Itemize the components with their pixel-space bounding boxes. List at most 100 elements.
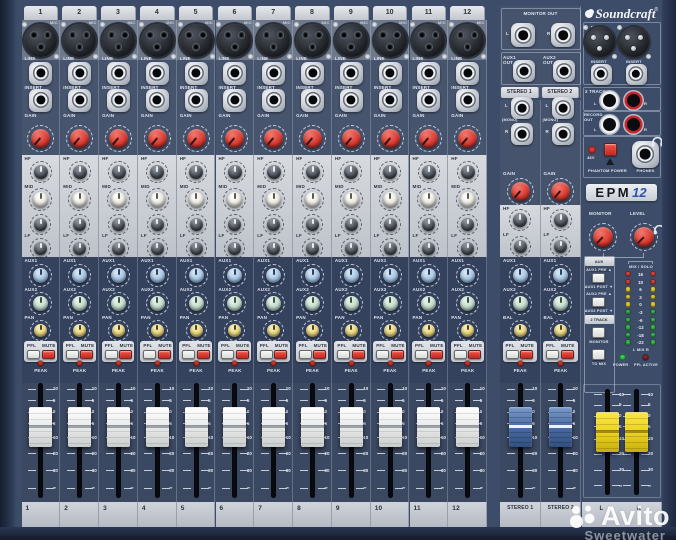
ch6-fader-cap[interactable]	[223, 407, 246, 447]
ch10-mute-button[interactable]	[391, 350, 404, 359]
stereo1-bal-knob[interactable]	[510, 320, 531, 341]
ch6-mid-knob[interactable]	[223, 188, 246, 211]
ch11-hf-knob[interactable]	[418, 161, 440, 183]
ch4-fader-cap[interactable]	[146, 407, 169, 447]
ch4-aux1-knob[interactable]	[146, 264, 169, 287]
ch5-pfl-button[interactable]	[182, 350, 195, 359]
stereo1-pfl-button[interactable]	[506, 350, 519, 359]
ch8-pan-knob[interactable]	[302, 320, 323, 341]
ch11-lf-knob[interactable]	[418, 238, 439, 259]
ch8-mute-button[interactable]	[313, 350, 326, 359]
ch2-mid-freq-knob[interactable]	[69, 214, 90, 235]
ch5-mute-button[interactable]	[197, 350, 210, 359]
ch4-gain-knob[interactable]	[144, 125, 171, 152]
ch6-gain-knob[interactable]	[221, 125, 248, 152]
ch3-mute-button[interactable]	[119, 350, 132, 359]
ch6-pan-knob[interactable]	[224, 320, 245, 341]
ch1-fader-cap[interactable]	[29, 407, 52, 447]
ch7-mute-button[interactable]	[274, 350, 287, 359]
ch8-fader-cap[interactable]	[301, 407, 324, 447]
ch6-mute-button[interactable]	[236, 350, 249, 359]
stereo1-aux1-knob[interactable]	[509, 264, 532, 287]
ch3-lf-knob[interactable]	[108, 238, 129, 259]
ch12-mid-knob[interactable]	[456, 188, 479, 211]
ch1-gain-knob[interactable]	[27, 125, 54, 152]
ch8-aux2-knob[interactable]	[301, 292, 324, 315]
ch1-hf-knob[interactable]	[30, 161, 52, 183]
ch11-aux2-knob[interactable]	[417, 292, 440, 315]
to-mix-button[interactable]	[592, 349, 605, 360]
ch3-pan-knob[interactable]	[108, 320, 129, 341]
stereo2-aux1-knob[interactable]	[549, 264, 572, 287]
ch3-gain-knob[interactable]	[105, 125, 132, 152]
ch3-pfl-button[interactable]	[105, 350, 118, 359]
ch9-mute-button[interactable]	[352, 350, 365, 359]
stereo2-gain-knob[interactable]	[547, 178, 574, 205]
ch11-pan-knob[interactable]	[418, 320, 439, 341]
ch12-aux1-knob[interactable]	[456, 264, 479, 287]
ch5-mid-knob[interactable]	[185, 188, 208, 211]
ch12-aux2-knob[interactable]	[456, 292, 479, 315]
ch2-pan-knob[interactable]	[69, 320, 90, 341]
ch4-pan-knob[interactable]	[147, 320, 168, 341]
ch4-pfl-button[interactable]	[143, 350, 156, 359]
ch5-mid-freq-knob[interactable]	[186, 214, 207, 235]
ch5-fader-cap[interactable]	[185, 407, 208, 447]
ch4-mute-button[interactable]	[158, 350, 171, 359]
ch4-hf-knob[interactable]	[146, 161, 168, 183]
stereo2-hf-knob[interactable]	[550, 209, 572, 231]
ch1-pan-knob[interactable]	[30, 320, 51, 341]
ch1-mute-button[interactable]	[42, 350, 55, 359]
ch2-aux1-knob[interactable]	[68, 264, 91, 287]
ch2-mid-knob[interactable]	[68, 188, 91, 211]
ch8-gain-knob[interactable]	[299, 125, 326, 152]
ch12-mute-button[interactable]	[468, 350, 481, 359]
ch12-pan-knob[interactable]	[457, 320, 478, 341]
ch10-mid-knob[interactable]	[379, 188, 402, 211]
ch9-aux1-knob[interactable]	[340, 264, 363, 287]
ch2-aux2-knob[interactable]	[68, 292, 91, 315]
ch7-gain-knob[interactable]	[260, 125, 287, 152]
stereo2-lf-knob[interactable]	[550, 236, 571, 257]
ch3-aux1-knob[interactable]	[107, 264, 130, 287]
aux2-pre-post-button[interactable]	[592, 297, 605, 307]
ch12-gain-knob[interactable]	[454, 125, 481, 152]
ch3-fader-cap[interactable]	[107, 407, 130, 447]
ch10-mid-freq-knob[interactable]	[380, 214, 401, 235]
ch10-aux1-knob[interactable]	[379, 264, 402, 287]
ch6-hf-knob[interactable]	[224, 161, 246, 183]
ch5-lf-knob[interactable]	[186, 238, 207, 259]
stereo2-aux2-knob[interactable]	[549, 292, 572, 315]
ch1-lf-knob[interactable]	[30, 238, 51, 259]
ch1-mid-knob[interactable]	[29, 188, 52, 211]
ch9-aux2-knob[interactable]	[340, 292, 363, 315]
ch2-pfl-button[interactable]	[66, 350, 79, 359]
ch10-lf-knob[interactable]	[380, 238, 401, 259]
ch5-gain-knob[interactable]	[183, 125, 210, 152]
ch3-mid-freq-knob[interactable]	[108, 214, 129, 235]
ch8-lf-knob[interactable]	[302, 238, 323, 259]
ch2-lf-knob[interactable]	[69, 238, 90, 259]
ch6-pfl-button[interactable]	[221, 350, 234, 359]
stereo2-pfl-button[interactable]	[546, 350, 559, 359]
ch4-aux2-knob[interactable]	[146, 292, 169, 315]
ch11-fader-cap[interactable]	[417, 407, 440, 447]
ch1-mid-freq-knob[interactable]	[30, 214, 51, 235]
stereo2-mute-button[interactable]	[561, 350, 574, 359]
ch2-hf-knob[interactable]	[69, 161, 91, 183]
ch9-hf-knob[interactable]	[340, 161, 362, 183]
two-track-monitor-button[interactable]	[592, 327, 605, 338]
ch12-pfl-button[interactable]	[454, 350, 467, 359]
ch10-gain-knob[interactable]	[377, 125, 404, 152]
ch9-lf-knob[interactable]	[341, 238, 362, 259]
ch3-hf-knob[interactable]	[108, 161, 130, 183]
ch11-gain-knob[interactable]	[415, 125, 442, 152]
ch8-aux1-knob[interactable]	[301, 264, 324, 287]
ch12-fader-cap[interactable]	[456, 407, 479, 447]
stereo1-gain-knob[interactable]	[507, 178, 534, 205]
ch8-mid-knob[interactable]	[301, 188, 324, 211]
ch10-aux2-knob[interactable]	[379, 292, 402, 315]
ch6-aux2-knob[interactable]	[223, 292, 246, 315]
ch7-pfl-button[interactable]	[260, 350, 273, 359]
stereo1-lf-knob[interactable]	[510, 236, 531, 257]
